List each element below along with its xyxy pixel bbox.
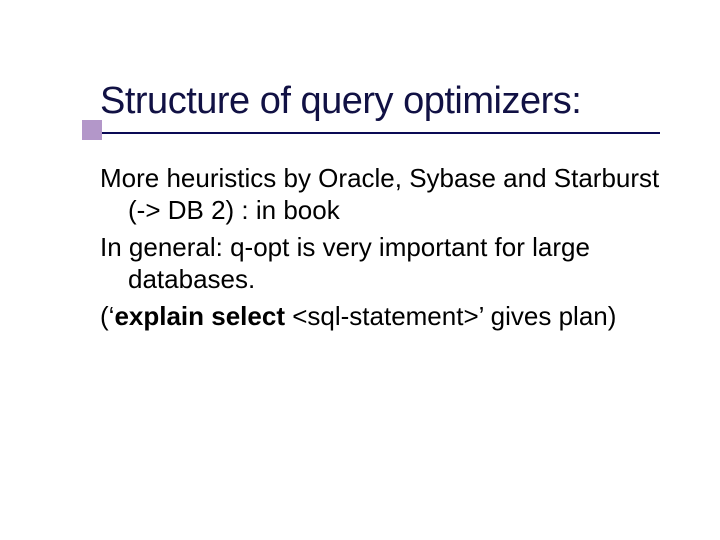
slide-body: More heuristics by Oracle, Sybase and St…	[100, 162, 660, 333]
slide: Structure of query optimizers: More heur…	[0, 0, 720, 540]
p3-post: <sql-statement>’ gives plan)	[285, 301, 616, 331]
body-paragraph-2: In general: q-opt is very important for …	[100, 231, 660, 296]
accent-square-icon	[82, 120, 102, 140]
title-block: Structure of query optimizers:	[100, 80, 660, 134]
title-underline	[100, 132, 660, 134]
body-paragraph-1: More heuristics by Oracle, Sybase and St…	[100, 162, 660, 227]
p3-pre: (‘	[100, 301, 114, 331]
body-paragraph-3: (‘explain select <sql-statement>’ gives …	[100, 300, 660, 333]
slide-title: Structure of query optimizers:	[100, 80, 660, 124]
p3-bold: explain select	[114, 301, 285, 331]
